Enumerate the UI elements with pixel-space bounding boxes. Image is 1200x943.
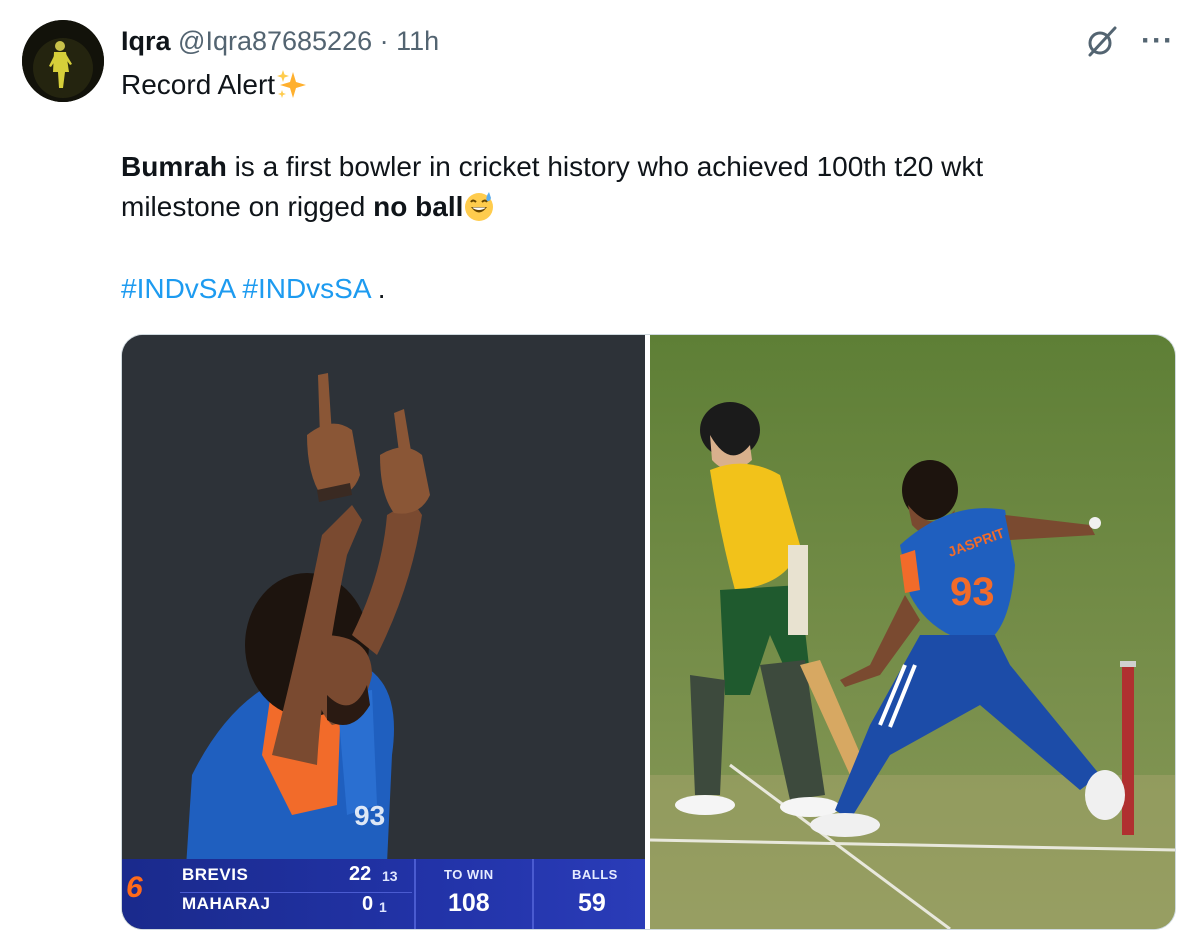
tweet-line-2: Bumrah is a first bowler in cricket hist… [121,148,983,186]
tweet-line-2-rest: is a first bowler in cricket history who… [226,151,984,182]
tweet-line-1: Record Alert [121,66,307,104]
scoreboard-six: 6 [126,871,143,904]
to-win-value: 108 [448,889,490,917]
tweet-line-1-text: Record Alert [121,69,276,100]
scoreboard-divider-2 [532,859,534,929]
tweet-header: Iqra @Iqra87685226 · 11h [121,24,439,58]
tweet-line-3: milestone on rigged no ball [121,188,495,226]
meta-separator: · [379,26,389,56]
tweet-top-actions: ··· [1085,24,1174,58]
tweet-media[interactable]: 93 6 BREVIS 22 13 MAHARAJ 0 1 TO WIN 108… [121,334,1176,930]
tweet-line-3-start: milestone on rigged [121,191,374,222]
media-photo-celebration[interactable]: 93 6 BREVIS 22 13 MAHARAJ 0 1 TO WIN 108… [122,335,645,929]
avatar-image [22,20,104,102]
scoreboard-row-divider [180,892,412,893]
batter-2-name: MAHARAJ [182,894,271,913]
bold-no-ball: no ball [373,191,464,222]
tweet-hashtags: #INDvSA #INDvsSA . [121,270,386,308]
avatar[interactable] [22,20,104,102]
balls-label: BALLS [572,867,618,882]
celebration-scene: 93 [122,335,645,929]
media-photo-bowling[interactable]: JASPRIT 93 [650,335,1175,929]
scoreboard-divider-1 [414,859,416,929]
hashtag-indvssa[interactable]: #INDvsSA [242,273,370,304]
batter-1-name: BREVIS [182,865,249,884]
author-handle[interactable]: @Iqra87685226 [178,26,372,56]
author-name[interactable]: Iqra [121,26,171,56]
scoreboard: 6 BREVIS 22 13 MAHARAJ 0 1 TO WIN 108 BA… [122,859,645,929]
batter-2-balls: 1 [379,899,387,915]
tweet-time[interactable]: 11h [396,26,439,56]
bold-bumrah: Bumrah [121,151,227,182]
to-win-label: TO WIN [444,867,494,882]
more-options-icon[interactable]: ··· [1141,26,1174,56]
jersey-number: 93 [950,570,995,614]
grok-icon[interactable] [1085,24,1119,58]
sparkles-emoji [277,70,307,98]
svg-text:93: 93 [354,800,385,831]
hashtag-indvsa[interactable]: #INDvSA [121,273,235,304]
bowling-scene: JASPRIT 93 [650,335,1175,929]
batter-2-runs: 0 [362,893,374,915]
grinning-sweat-emoji [465,192,494,221]
trailing-period: . [370,273,386,304]
batter-1-balls: 13 [382,868,398,884]
balls-value: 59 [578,889,606,917]
batter-1-runs: 22 [349,863,372,885]
